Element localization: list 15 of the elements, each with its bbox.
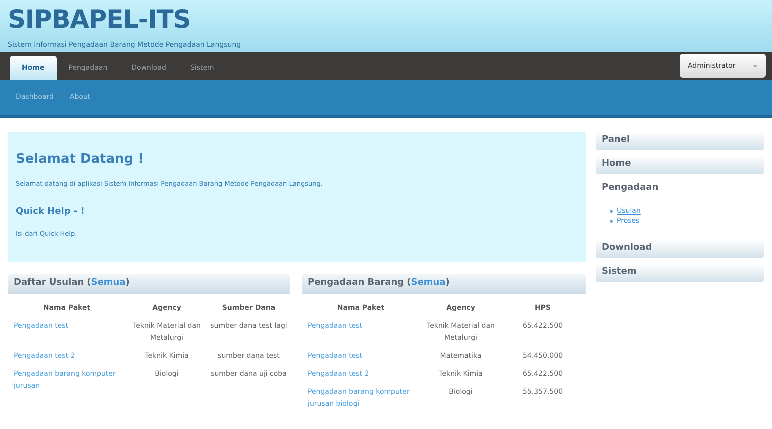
all-link[interactable]: Semua [411,278,446,288]
panel-title: Pengadaan Barang (Semua) [308,277,450,290]
sidebar-header[interactable]: Pengadaan [596,180,764,198]
help-heading: Quick Help - ! [16,206,86,220]
sidebar-header[interactable]: Home [596,156,764,174]
all-link[interactable]: Semua [91,278,126,288]
bullet-icon [610,220,613,222]
sidebar-header[interactable]: Panel [596,132,764,150]
caret-icon [753,64,758,68]
panel-title: Daftar Usulan (Semua) [14,277,130,290]
site-title: SIPBAPEL-ITS [8,6,192,34]
welcome-heading: Selamat Datang ! [16,151,146,169]
sidebar-header[interactable]: Sistem [596,264,764,282]
sidebar-header[interactable]: Download [596,240,764,258]
bullet-icon [610,210,613,212]
